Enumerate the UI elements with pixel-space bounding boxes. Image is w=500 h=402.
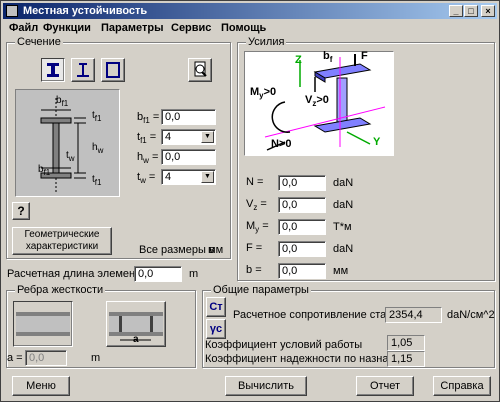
help-button[interactable]: ? xyxy=(12,202,30,220)
diagram-tw: tw xyxy=(66,150,75,163)
a-label: a = xyxy=(7,352,23,364)
a-input[interactable]: 0,0 xyxy=(25,350,67,366)
force-f-label: F = xyxy=(246,242,263,254)
a-unit: m xyxy=(91,352,101,364)
steel-button[interactable]: Ст xyxy=(206,297,226,317)
i-beam-icon xyxy=(47,63,59,77)
window-title: Местная устойчивость xyxy=(23,5,148,17)
diagram-vz: Vz>0 xyxy=(305,94,329,109)
reliability-coef-value: 1,15 xyxy=(387,351,425,367)
menu-file[interactable]: Файл xyxy=(9,22,38,34)
force-my-input[interactable]: 0,0 xyxy=(278,219,326,235)
tf1-label: tf1 = xyxy=(137,131,157,146)
diagram-bf1-top: bf1 xyxy=(56,95,69,108)
force-b-label: b = xyxy=(246,264,262,276)
gamma-c-button[interactable]: γc xyxy=(206,319,226,339)
menu-bar: Файл Функции Параметры Сервис Помощь xyxy=(3,20,497,36)
menu-button[interactable]: Меню xyxy=(12,376,70,396)
diagram-y: Y xyxy=(373,136,381,148)
main-window: Местная устойчивость _ □ × Файл Функции … xyxy=(0,0,500,402)
plain-beam-icon xyxy=(16,312,70,336)
units-text: Все размеры в xyxy=(139,244,215,256)
force-f-input[interactable]: 0,0 xyxy=(278,241,326,257)
hw-input[interactable]: 0,0 xyxy=(161,149,216,165)
force-vz-label: Vz = xyxy=(246,198,267,213)
asym-beam-type-button[interactable] xyxy=(71,58,95,82)
diagram-z: Z xyxy=(295,54,302,66)
work-coef-value: 1,05 xyxy=(387,335,425,351)
menu-parameters[interactable]: Параметры xyxy=(101,22,163,34)
tw-label: tw = xyxy=(137,171,156,186)
chevron-down-icon[interactable]: ▼ xyxy=(201,171,214,183)
diagram-tf1-bot: tf1 xyxy=(92,174,102,187)
box-type-button[interactable] xyxy=(101,58,125,82)
hw-label: hw = xyxy=(137,151,159,166)
force-f-unit: daN xyxy=(333,243,354,255)
section-diagram: bf1 tf1 hw tw bf1 tf1 xyxy=(15,89,120,197)
report-button[interactable]: Отчет xyxy=(356,376,414,396)
force-n-input[interactable]: 0,0 xyxy=(278,175,326,191)
force-vz-input[interactable]: 0,0 xyxy=(278,197,326,213)
asym-beam-icon xyxy=(77,63,89,77)
bf1-input[interactable]: 0,0 xyxy=(161,109,216,125)
force-b-unit: мм xyxy=(333,265,349,277)
geometry-button[interactable]: Геометрические характеристики xyxy=(12,227,112,255)
calculate-button[interactable]: Вычислить xyxy=(225,376,307,396)
maximize-button[interactable]: □ xyxy=(464,5,478,17)
tf1-select[interactable]: 4 ▼ xyxy=(161,129,216,145)
menu-service[interactable]: Сервис xyxy=(171,22,211,34)
magnifier-icon xyxy=(194,61,207,77)
diagram-hw: hw xyxy=(92,142,104,155)
units-value: мм xyxy=(208,244,224,256)
tw-select[interactable]: 4 ▼ xyxy=(161,169,216,185)
menu-help[interactable]: Помощь xyxy=(221,22,266,34)
work-coef-label: Коэффициент условий работы xyxy=(205,339,363,351)
force-b-input[interactable]: 0,0 xyxy=(278,263,326,279)
title-bar: Местная устойчивость _ □ × xyxy=(3,3,497,19)
force-my-unit: T*м xyxy=(333,221,352,233)
stiffeners-group-label: Ребра жесткости xyxy=(15,284,106,296)
forces-group-label: Усилия xyxy=(246,36,287,48)
close-button[interactable]: × xyxy=(481,5,495,17)
force-vz-unit: daN xyxy=(333,199,354,211)
app-icon xyxy=(6,5,18,17)
no-stiffeners-button[interactable] xyxy=(13,301,73,347)
i-beam-type-button[interactable] xyxy=(41,58,65,82)
box-section-icon xyxy=(106,62,120,78)
diagram-my: My>0 xyxy=(250,86,277,101)
diagram-bf1-bot: bf1 xyxy=(38,164,51,177)
chevron-down-icon[interactable]: ▼ xyxy=(201,131,214,143)
help-reference-button[interactable]: Справка xyxy=(433,376,491,396)
forces-diagram: bf F Z My>0 Vz>0 N>0 Y xyxy=(244,50,394,156)
diagram-f: F xyxy=(361,50,368,62)
diagram-bf: bf xyxy=(323,50,333,65)
zoom-button[interactable] xyxy=(188,58,212,82)
resistance-unit: daN/cм^2 xyxy=(447,309,495,321)
force-n-label: N = xyxy=(246,176,264,188)
minimize-button[interactable]: _ xyxy=(449,5,463,17)
general-group-label: Общие параметры xyxy=(211,284,311,296)
diagram-n: N>0 xyxy=(271,138,292,150)
force-my-label: My = xyxy=(246,220,269,235)
bf1-label: bf1 = xyxy=(137,111,160,126)
section-group-label: Сечение xyxy=(15,36,63,48)
force-n-unit: daN xyxy=(333,177,354,189)
with-stiffeners-button[interactable]: a xyxy=(106,301,166,347)
menu-functions[interactable]: Функции xyxy=(43,22,91,34)
length-input[interactable]: 0,0 xyxy=(134,266,182,282)
length-unit: m xyxy=(189,268,199,280)
diagram-tf1-top: tf1 xyxy=(92,110,102,123)
resistance-value: 2354,4 xyxy=(385,307,442,323)
stiffener-a-label: a xyxy=(133,334,139,345)
